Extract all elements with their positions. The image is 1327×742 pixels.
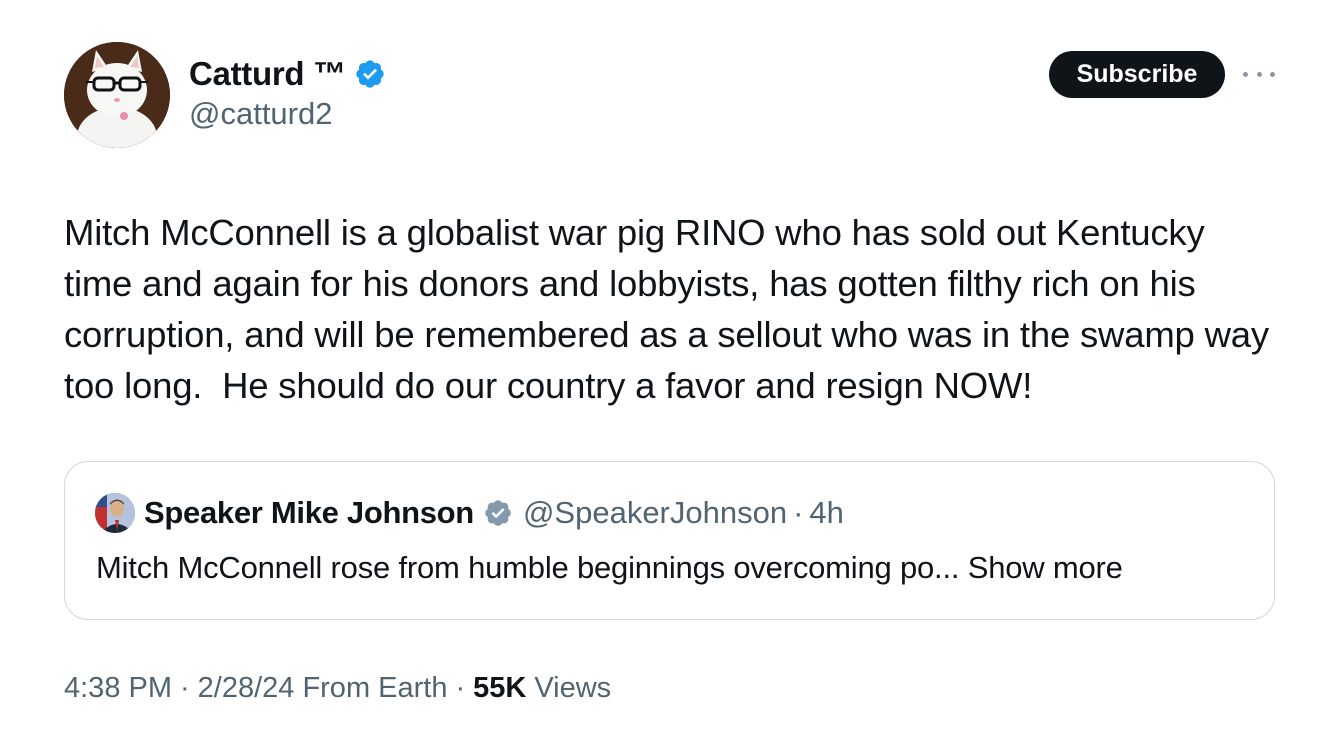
views-label[interactable]: Views [534,672,611,705]
subscribe-button[interactable]: Subscribe [1049,51,1225,98]
gray-verified-badge-icon[interactable] [483,498,513,528]
tweet-metadata: 4:38 PM · 2/28/24 From Earth · 55K Views [64,672,611,705]
quote-author-avatar[interactable] [95,493,135,533]
quoted-tweet-card[interactable]: Speaker Mike Johnson @SpeakerJohnson · 4… [64,461,1275,620]
verified-badge-icon[interactable] [354,58,386,90]
author-avatar[interactable] [64,42,170,148]
quote-body: Mitch McConnell rose from humble beginni… [96,550,960,585]
tweet-text: Mitch McConnell is a globalist war pig R… [64,212,1279,406]
tweet-source: From Earth [302,672,448,704]
meta-separator: · [180,672,190,704]
views-count[interactable]: 55K [473,672,526,705]
author-info: Catturd ™ @catturd2 [189,52,386,132]
quote-author-handle[interactable]: @SpeakerJohnson [523,495,787,531]
speaker-portrait-icon [95,493,135,533]
quote-header: Speaker Mike Johnson @SpeakerJohnson · 4… [95,490,844,536]
tweet-time[interactable]: 4:38 PM [64,672,172,705]
quote-timestamp[interactable]: 4h [809,495,843,531]
more-options-icon[interactable] [1243,64,1275,84]
quote-text: Mitch McConnell rose from humble beginni… [96,550,1123,586]
meta-separator-2: · [455,672,466,704]
cat-avatar-icon [64,42,170,148]
show-more-link[interactable]: Show more [968,550,1123,585]
quote-author-name[interactable]: Speaker Mike Johnson [144,495,474,531]
quote-separator: · [793,495,804,530]
author-handle[interactable]: @catturd2 [189,96,386,132]
tweet-date[interactable]: 2/28/24 [198,672,295,705]
author-name[interactable]: Catturd ™ [189,55,346,93]
